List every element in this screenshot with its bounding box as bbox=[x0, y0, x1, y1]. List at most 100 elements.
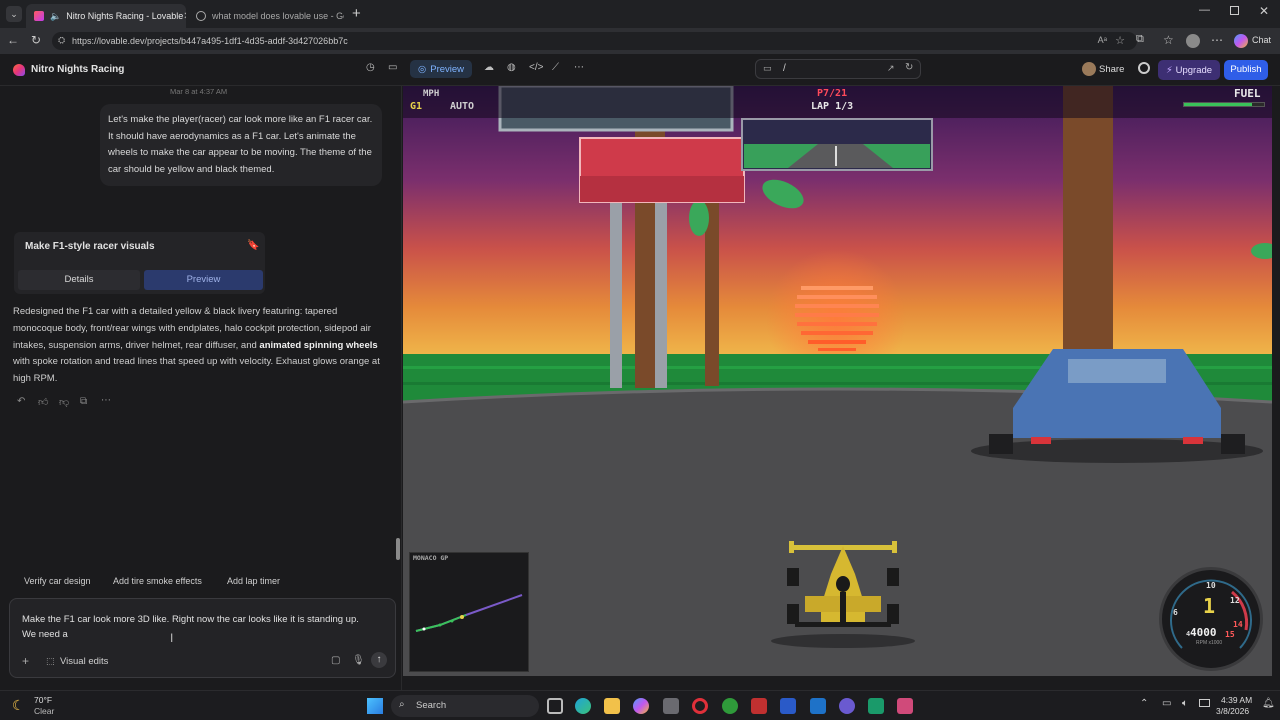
sidebar-toggle-icon[interactable]: ▭ bbox=[388, 62, 397, 73]
notification-bell-icon[interactable]: 🔔︎ bbox=[1262, 698, 1275, 709]
lovable-favicon-icon bbox=[34, 11, 44, 21]
clock-date[interactable]: 3/8/2026 bbox=[1216, 706, 1249, 716]
file-explorer-icon[interactable] bbox=[604, 698, 620, 714]
upgrade-button[interactable]: ⚡ Upgrade bbox=[1158, 60, 1220, 80]
more-menu-icon[interactable]: ⋯ bbox=[1211, 33, 1223, 47]
user-avatar[interactable] bbox=[1082, 62, 1096, 76]
copy-icon[interactable]: ⧉ bbox=[80, 396, 87, 407]
favorite-star-icon[interactable]: ☆ bbox=[1115, 34, 1125, 47]
tachometer-gauge: 6 10 12 14 15 4 1 4000 RPM x1000 bbox=[1159, 567, 1263, 671]
speed-unit: MPH bbox=[423, 89, 440, 99]
open-external-icon[interactable]: ↗ bbox=[887, 63, 895, 74]
suggestion-tire-smoke[interactable]: Add tire smoke effects bbox=[113, 576, 202, 590]
game-scene[interactable] bbox=[403, 86, 1272, 676]
app-purple-icon[interactable] bbox=[839, 698, 855, 714]
copilot-icon[interactable] bbox=[1234, 34, 1248, 48]
add-attachment-icon[interactable]: + bbox=[22, 654, 29, 668]
project-name[interactable]: Nitro Nights Racing bbox=[31, 64, 124, 75]
app-header: Nitro Nights Racing ⌄ ◷ ▭ ◎ Preview ☁ ◍ <… bbox=[0, 54, 1280, 86]
close-window-icon[interactable]: ✕ bbox=[1259, 4, 1269, 18]
chat-input-box[interactable]: Make the F1 car look more 3D like. Right… bbox=[9, 598, 396, 678]
history-icon[interactable]: ◷ bbox=[366, 62, 375, 73]
opera-icon[interactable] bbox=[692, 698, 708, 714]
tab-title: Nitro Nights Racing - Lovable bbox=[66, 11, 184, 21]
minimize-icon[interactable]: — bbox=[1199, 4, 1210, 16]
reload-icon[interactable]: ↻ bbox=[31, 33, 41, 47]
read-aloud-icon[interactable]: Aᵃ bbox=[1098, 35, 1107, 45]
store-icon[interactable] bbox=[663, 698, 679, 714]
microphone-icon[interactable]: 🎙︎ bbox=[352, 655, 365, 666]
app-red-icon[interactable] bbox=[751, 698, 767, 714]
thumbs-up-icon[interactable]: 👍︎ bbox=[38, 396, 48, 408]
app-pink-icon[interactable] bbox=[897, 698, 913, 714]
route-path[interactable]: / bbox=[783, 63, 786, 74]
tray-chevron-icon[interactable]: ⌃ bbox=[1140, 698, 1148, 709]
outlook-icon[interactable] bbox=[810, 698, 826, 714]
suggestion-verify-car-design[interactable]: Verify car design bbox=[24, 576, 91, 590]
app-green-icon[interactable] bbox=[868, 698, 884, 714]
task-card[interactable]: Make F1-style racer visuals 🔖 Details Pr… bbox=[14, 232, 265, 294]
copilot-app-icon[interactable] bbox=[633, 698, 649, 714]
tab-details[interactable]: Details bbox=[18, 270, 140, 290]
text-cursor-icon: I bbox=[170, 631, 174, 645]
send-button[interactable]: ↑ bbox=[371, 652, 387, 668]
edge-icon[interactable] bbox=[575, 698, 591, 714]
game-preview[interactable]: MPH G1 AUTO P7/21 LAP 1/3 FUEL MONACO GP… bbox=[403, 86, 1272, 676]
app-blue-icon[interactable] bbox=[780, 698, 796, 714]
url-field[interactable]: ⛭ https://lovable.dev/projects/b447a495-… bbox=[52, 32, 1137, 50]
visual-edits-button[interactable]: Visual edits bbox=[60, 656, 108, 667]
chat-input-text[interactable]: Make the F1 car look more 3D like. Right… bbox=[22, 612, 372, 642]
more-actions-icon[interactable]: ⋯ bbox=[101, 395, 111, 406]
favorites-icon[interactable]: ☆ bbox=[1163, 33, 1174, 47]
xbox-icon[interactable] bbox=[722, 698, 738, 714]
start-icon[interactable] bbox=[367, 698, 383, 714]
race-position: P7/21 bbox=[817, 88, 848, 99]
palette-icon[interactable]: ◍ bbox=[507, 62, 516, 73]
restore-icon[interactable] bbox=[1230, 6, 1239, 15]
publish-button[interactable]: Publish bbox=[1224, 60, 1268, 80]
suggestion-lap-timer[interactable]: Add lap timer bbox=[227, 576, 280, 590]
rival-car-wheel bbox=[989, 434, 1013, 454]
tab-preview[interactable]: Preview bbox=[144, 270, 263, 290]
site-info-icon: ⛭ bbox=[58, 35, 66, 45]
thumbs-down-icon[interactable]: 👎︎ bbox=[59, 396, 69, 408]
refresh-preview-icon[interactable]: ↻ bbox=[905, 62, 913, 73]
globe-icon: ◎ bbox=[417, 63, 427, 75]
billboard-pole bbox=[655, 196, 667, 388]
network-icon[interactable]: ▭ bbox=[1162, 698, 1171, 709]
profile-avatar[interactable] bbox=[1186, 34, 1200, 48]
weather-temp[interactable]: 70°F bbox=[34, 695, 52, 705]
visual-edits-icon[interactable]: ⬚ bbox=[46, 656, 55, 667]
chat-scrollbar[interactable] bbox=[396, 538, 400, 560]
share-button[interactable]: Share bbox=[1099, 64, 1124, 75]
undo-icon[interactable]: ↶ bbox=[17, 396, 25, 407]
battery-icon[interactable] bbox=[1199, 699, 1210, 707]
clock-time[interactable]: 4:39 AM bbox=[1221, 695, 1252, 705]
taskbar-search[interactable]: ⌕ Search bbox=[391, 695, 539, 717]
chevron-down-icon[interactable]: ⌄ bbox=[116, 64, 123, 73]
close-tab-icon[interactable]: ✕ bbox=[183, 11, 186, 22]
chat-label[interactable]: Chat bbox=[1252, 35, 1271, 45]
card-title: Make F1-style racer visuals bbox=[25, 241, 155, 252]
user-message-text: Let's make the player(racer) car look mo… bbox=[108, 114, 373, 175]
analytics-icon[interactable]: ⟋ bbox=[552, 62, 559, 73]
cloud-icon[interactable]: ☁ bbox=[484, 62, 494, 73]
preview-button[interactable]: ◎ Preview bbox=[410, 60, 472, 78]
device-icon[interactable]: ▭ bbox=[763, 63, 772, 74]
speaker-tray-icon[interactable]: 🔈︎ bbox=[1182, 698, 1188, 709]
rival-car-taillight bbox=[1183, 437, 1203, 444]
code-icon[interactable]: </> bbox=[529, 62, 543, 73]
extensions-icon[interactable]: ⧉ bbox=[1136, 33, 1144, 46]
github-icon[interactable] bbox=[1138, 62, 1150, 74]
tab-nitro-nights[interactable]: 🔈 Nitro Nights Racing - Lovable ✕ bbox=[26, 4, 186, 28]
new-tab-icon[interactable]: + bbox=[352, 5, 361, 22]
tab-list-button[interactable]: ⌄ bbox=[6, 6, 22, 22]
bookmark-icon[interactable]: 🔖 bbox=[247, 240, 259, 251]
tab-google-search[interactable]: what model does lovable use - Go ✕ bbox=[188, 4, 344, 28]
task-view-icon[interactable] bbox=[547, 698, 563, 714]
browser-tab-bar: ⌄ 🔈 Nitro Nights Racing - Lovable ✕ what… bbox=[0, 0, 1280, 28]
more-options-icon[interactable]: ⋯ bbox=[574, 62, 584, 73]
route-bar[interactable]: ▭ / ↗ ↻ bbox=[755, 59, 921, 79]
back-arrow-icon[interactable]: ← bbox=[7, 33, 19, 47]
chat-mode-icon[interactable]: ▢ bbox=[331, 655, 340, 666]
